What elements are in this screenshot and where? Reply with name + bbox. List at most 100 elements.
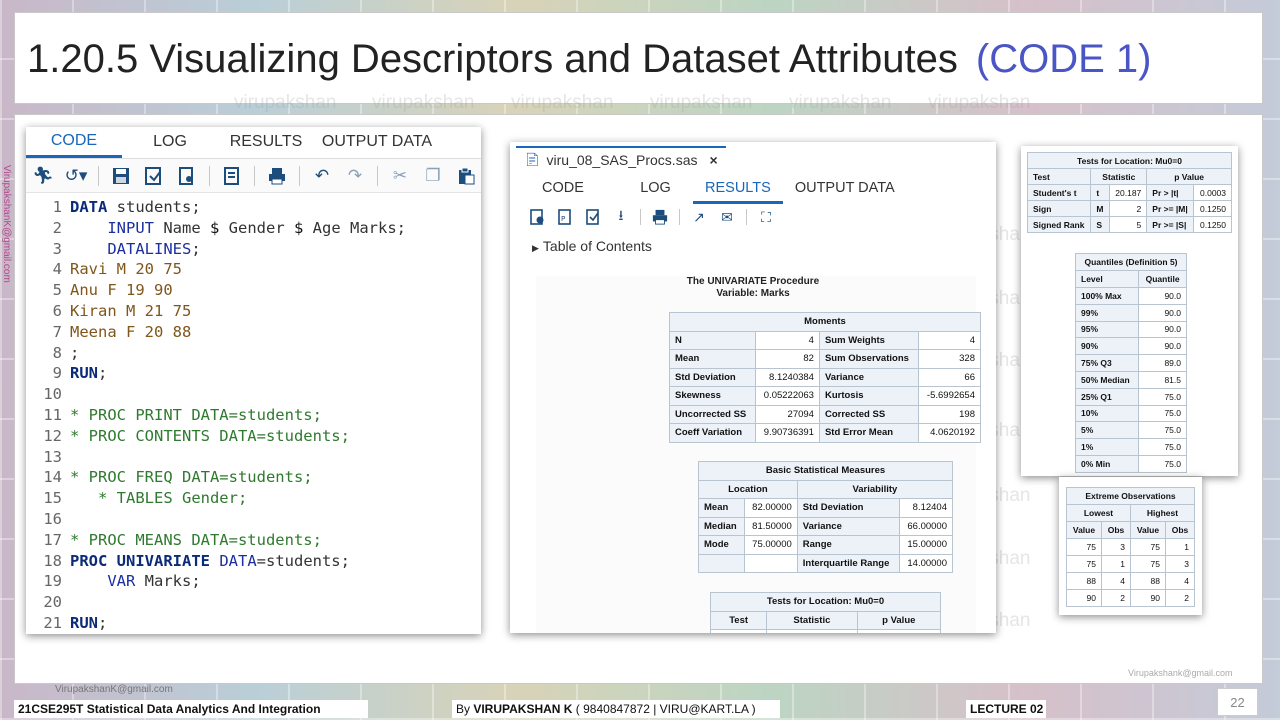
table-of-contents[interactable]: ▶ Table of Contents (532, 238, 652, 254)
format-icon[interactable] (221, 165, 243, 187)
tab-log[interactable]: LOG (618, 178, 693, 204)
column-header: Quantile (1138, 270, 1187, 288)
expand-icon[interactable]: ↗ (690, 208, 708, 226)
table-cell: 27094 (755, 404, 820, 424)
code-text: DATA students; (70, 197, 201, 218)
code-token: Kiran M 21 75 (70, 301, 192, 320)
code-line: 16 (26, 509, 481, 530)
tab-code[interactable]: CODE (26, 132, 122, 158)
tab-output-data[interactable]: OUTPUT DATA (783, 178, 907, 204)
table-cell: 1 (1164, 538, 1196, 556)
email-icon[interactable]: ✉ (718, 208, 736, 226)
table-cell: Coeff Variation (669, 423, 756, 443)
table-cell: 75.00000 (743, 535, 798, 555)
code-token: INPUT (107, 218, 154, 237)
table-row: 90% 90.0 (1074, 337, 1187, 356)
table-cell: 4.0620192 (918, 423, 981, 443)
table-cell: 5% (1074, 421, 1140, 440)
table-cell: 90.0 (1138, 287, 1187, 305)
lecture-label: LECTURE 02 (970, 702, 1044, 716)
table-title: Tests for Location: Mu0=0 (710, 592, 941, 612)
table-cell: 10% (1074, 404, 1140, 423)
pdf-icon[interactable]: P (556, 208, 574, 226)
line-number: 18 (43, 551, 62, 570)
toolbar-divider (679, 209, 680, 225)
history-icon[interactable]: ↺▾ (65, 165, 88, 187)
new-icon[interactable] (176, 165, 198, 187)
column-header: p Value (1146, 168, 1232, 185)
table-cell: 90.0 (1138, 320, 1187, 339)
file-tab[interactable]: 📄︎ viru_08_SAS_Procs.sas × (516, 146, 726, 172)
copy-icon[interactable]: ❐ (422, 165, 444, 187)
table-cell: 2 (1100, 589, 1131, 607)
table-cell: N (669, 330, 756, 350)
code-token: Meena F 20 88 (70, 322, 192, 341)
table-cell: 4 (918, 330, 981, 350)
tab-results[interactable]: RESULTS (218, 133, 314, 158)
undo-icon[interactable]: ↶ (311, 165, 333, 187)
table-title: Basic Statistical Measures (698, 461, 953, 481)
line-number: 15 (43, 489, 62, 508)
table-cell: 82.00000 (743, 498, 798, 518)
run-icon[interactable]: 🏃︎ (32, 165, 54, 187)
table-cell: Skewness (669, 386, 756, 406)
line-number: 21 (43, 613, 62, 632)
editor-tab-bar: CODE LOG RESULTS OUTPUT DATA (26, 127, 481, 159)
paste-icon[interactable] (455, 165, 477, 187)
table-cell: 5 (1108, 216, 1148, 233)
tests-quantiles-panel: Tests for Location: Mu0=0 Test Statistic… (1021, 146, 1238, 476)
save-icon[interactable] (110, 165, 132, 187)
footer-course: 21CSE295T Statistical Data Analytics And… (14, 700, 368, 718)
cut-icon[interactable]: ✂ (389, 165, 411, 187)
code-line: 18 PROC UNIVARIATE DATA=students; (26, 551, 481, 572)
print-icon[interactable] (266, 165, 288, 187)
table-row: 100% Max 90.0 (1074, 287, 1187, 305)
code-token: PROC UNIVARIATE (70, 551, 210, 570)
line-number: 5 (52, 281, 62, 300)
code-token: * PROC CONTENTS DATA=students; (70, 426, 350, 445)
table-cell: 4 (755, 330, 820, 350)
table-cell: 75.0 (1138, 387, 1187, 406)
close-icon[interactable]: × (709, 152, 717, 168)
download-icon[interactable]: ⭳ (612, 207, 630, 226)
table-cell: 100% Max (1074, 287, 1140, 305)
code-line: 17 * PROC MEANS DATA=students; (26, 530, 481, 551)
table-cell: 1 (1100, 555, 1131, 573)
code-text: RUN; (70, 363, 107, 384)
toolbar-divider (377, 165, 378, 186)
print-icon[interactable] (651, 208, 669, 226)
table-cell: Std Error Mean (818, 423, 920, 443)
table-cell: 99% (1074, 303, 1140, 322)
code-line: 20 (26, 592, 481, 613)
fullscreen-icon[interactable]: ⛶ (757, 208, 775, 226)
rtf-icon[interactable] (584, 208, 602, 226)
code-text: VAR Marks; (70, 571, 200, 592)
table-cell: 88 (1129, 572, 1166, 590)
redo-icon[interactable]: ↷ (344, 165, 366, 187)
table-row: 25% Q1 75.0 (1074, 387, 1187, 406)
author-contact: ( 9840847872 | VIRU@KART.LA ) (572, 702, 756, 716)
line-number: 16 (43, 509, 62, 528)
line-number: 13 (43, 447, 62, 466)
table-cell: Sum Weights (818, 330, 920, 350)
tab-output-data[interactable]: OUTPUT DATA (314, 133, 440, 158)
code-token: Gender (219, 218, 294, 237)
code-text-area[interactable]: 1 DATA students; 2 INPUT Name $ Gender $ A… (26, 193, 481, 634)
table-cell: Sum Observations (818, 349, 920, 369)
code-editor-panel: CODE LOG RESULTS OUTPUT DATA 🏃︎ ↺▾ ↶ ↷ ✂… (26, 127, 481, 634)
line-number: 1 (52, 198, 62, 216)
tab-log[interactable]: LOG (122, 133, 218, 158)
column-header: Test (709, 610, 768, 630)
table-cell: Pr >= |M| (1146, 200, 1195, 217)
code-token: Anu F 19 90 (70, 281, 173, 300)
html-icon[interactable] (528, 208, 546, 226)
table-row: Sign M 2 Pr >= |M| 0.1250 (1026, 200, 1232, 217)
save-as-icon[interactable] (143, 165, 165, 187)
code-token: ; (191, 239, 201, 258)
table-cell: M (1090, 200, 1110, 217)
table-row: 75 1 75 3 (1066, 555, 1196, 573)
tab-code[interactable]: CODE (530, 178, 618, 204)
tab-results[interactable]: RESULTS (693, 178, 783, 204)
code-line: 14 * PROC FREQ DATA=students; (26, 467, 481, 488)
table-row: Mean 82.00000 Std Deviation 8.12404 (698, 498, 954, 518)
